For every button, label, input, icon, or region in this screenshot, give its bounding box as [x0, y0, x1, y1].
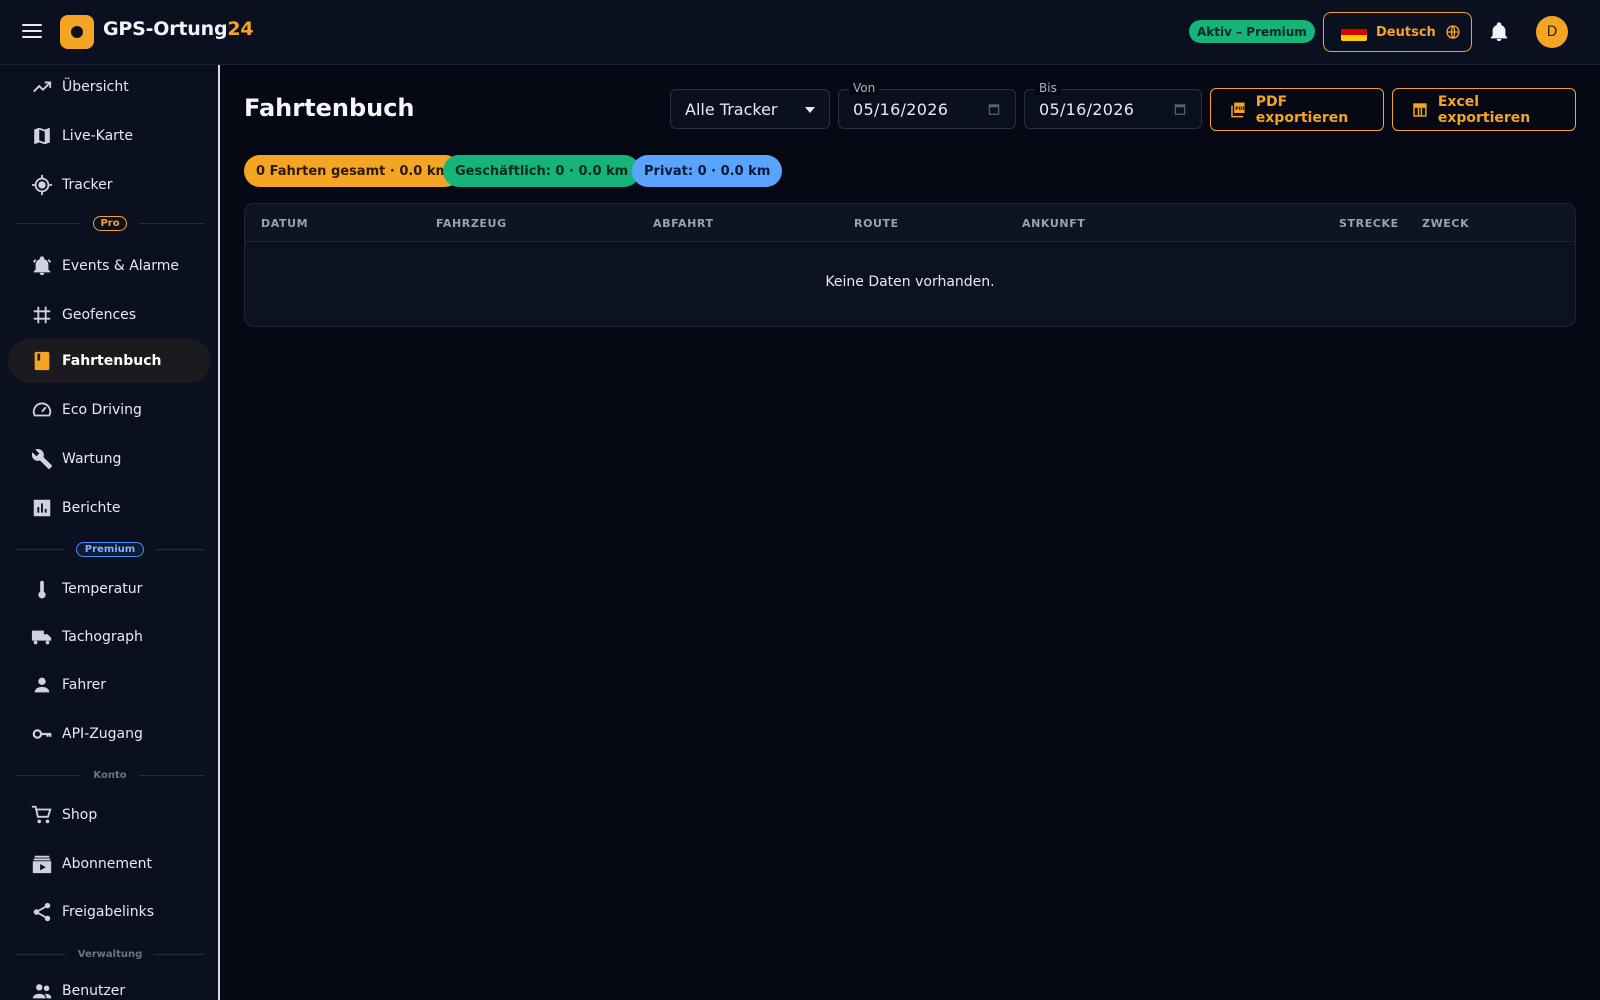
- sidebar-item-fahrtenbuch[interactable]: Fahrtenbuch: [8, 339, 211, 383]
- to-date-label: Bis: [1035, 81, 1061, 95]
- sidebar-item-freigabelinks[interactable]: Freigabelinks: [8, 890, 211, 934]
- trending-up-icon: [31, 76, 53, 98]
- language-label: Deutsch: [1376, 24, 1436, 40]
- sidebar-item-geofences[interactable]: Geofences: [8, 293, 211, 337]
- german-flag-icon: [1341, 23, 1367, 41]
- cart-icon: [31, 804, 53, 826]
- sidebar-item-events-alarme[interactable]: Events & Alarme: [8, 244, 211, 288]
- sidebar-item-api-zugang[interactable]: API-Zugang: [8, 712, 211, 756]
- logo-icon: [60, 15, 94, 49]
- speedometer-icon: [31, 399, 53, 421]
- brand-name: GPS-Ortung24: [103, 18, 254, 40]
- sidebar-item-shop[interactable]: Shop: [8, 793, 211, 837]
- subscriptions-icon: [31, 853, 53, 875]
- page-title: Fahrtenbuch: [244, 94, 415, 122]
- map-icon: [31, 125, 53, 147]
- section-divider-pro: Pro: [16, 213, 205, 233]
- business-trips-chip: Geschäftlich: 0 · 0.0 km: [443, 155, 641, 187]
- bell-alarm-icon: [31, 255, 53, 277]
- from-date-field[interactable]: Von 05/16/2026: [838, 81, 1016, 129]
- sidebar-item-temperatur[interactable]: Temperatur: [8, 567, 211, 611]
- table-icon: [1413, 102, 1427, 117]
- user-avatar[interactable]: D: [1536, 16, 1568, 48]
- sidebar-item-uebersicht[interactable]: Übersicht: [8, 65, 211, 109]
- private-trips-chip: Privat: 0 · 0.0 km: [632, 155, 783, 187]
- column-datum[interactable]: DATUM: [261, 217, 308, 230]
- top-app-bar: GPS-Ortung24 Aktiv – Premium Deutsch D: [0, 0, 1600, 65]
- to-date-field[interactable]: Bis 05/16/2026: [1024, 81, 1202, 129]
- person-icon: [31, 674, 53, 696]
- section-divider-premium: Premium: [16, 539, 204, 559]
- sidebar-item-fahrer[interactable]: Fahrer: [8, 663, 211, 707]
- section-divider-verwaltung: Verwaltung: [16, 944, 204, 964]
- calendar-icon[interactable]: [1173, 102, 1187, 116]
- tracker-select[interactable]: Alle Tracker: [670, 89, 830, 129]
- sidebar-item-berichte[interactable]: Berichte: [8, 486, 211, 530]
- wrench-icon: [31, 448, 53, 470]
- globe-icon: [1446, 25, 1460, 39]
- sidebar-item-benutzer[interactable]: Benutzer: [8, 969, 211, 1000]
- excel-export-button[interactable]: Excel exportieren: [1392, 88, 1576, 131]
- thermometer-icon: [31, 578, 53, 600]
- grid-fence-icon: [31, 304, 53, 326]
- sidebar-item-tracker[interactable]: Tracker: [8, 163, 211, 207]
- pdf-icon: PDF: [1231, 102, 1245, 117]
- chevron-down-icon: [805, 107, 815, 113]
- menu-icon[interactable]: [20, 20, 44, 44]
- sidebar-item-eco-driving[interactable]: Eco Driving: [8, 388, 211, 432]
- column-ankunft[interactable]: ANKUNFT: [1022, 217, 1085, 230]
- sidebar-item-live-karte[interactable]: Live-Karte: [8, 114, 211, 158]
- gps-target-icon: [31, 174, 53, 196]
- to-date-value: 05/16/2026: [1039, 100, 1135, 119]
- column-fahrzeug[interactable]: FAHRZEUG: [436, 217, 507, 230]
- empty-table-message: Keine Daten vorhanden.: [825, 274, 995, 290]
- language-button[interactable]: Deutsch: [1323, 12, 1472, 52]
- column-abfahrt[interactable]: ABFAHRT: [653, 217, 714, 230]
- share-icon: [31, 901, 53, 923]
- column-route[interactable]: ROUTE: [854, 217, 899, 230]
- people-icon: [31, 980, 53, 1000]
- from-date-label: Von: [849, 81, 880, 95]
- bar-chart-icon: [31, 497, 53, 519]
- subscription-status-badge: Aktiv – Premium: [1189, 20, 1315, 43]
- sidebar-item-tachograph[interactable]: Tachograph: [8, 615, 211, 659]
- column-strecke[interactable]: STRECKE: [1339, 217, 1399, 230]
- total-trips-chip: 0 Fahrten gesamt · 0.0 km: [244, 155, 462, 187]
- notifications-bell-icon[interactable]: [1488, 21, 1510, 43]
- sidebar-item-wartung[interactable]: Wartung: [8, 437, 211, 481]
- section-divider-konto: Konto: [16, 765, 204, 785]
- svg-text:PDF: PDF: [1235, 106, 1245, 112]
- column-zweck[interactable]: ZWECK: [1422, 217, 1469, 230]
- logbook-table: DATUM FAHRZEUG ABFAHRT ROUTE ANKUNFT STR…: [244, 203, 1576, 327]
- calendar-icon[interactable]: [987, 102, 1001, 116]
- sidebar-item-abonnement[interactable]: Abonnement: [8, 842, 211, 886]
- truck-icon: [31, 626, 53, 648]
- from-date-value: 05/16/2026: [853, 100, 949, 119]
- book-icon: [31, 350, 53, 372]
- sidebar-navigation: Übersicht Live-Karte Tracker Pro Events …: [0, 65, 220, 1000]
- table-header: DATUM FAHRZEUG ABFAHRT ROUTE ANKUNFT STR…: [245, 204, 1575, 242]
- key-icon: [31, 723, 53, 745]
- pdf-export-button[interactable]: PDF PDF exportieren: [1210, 88, 1384, 131]
